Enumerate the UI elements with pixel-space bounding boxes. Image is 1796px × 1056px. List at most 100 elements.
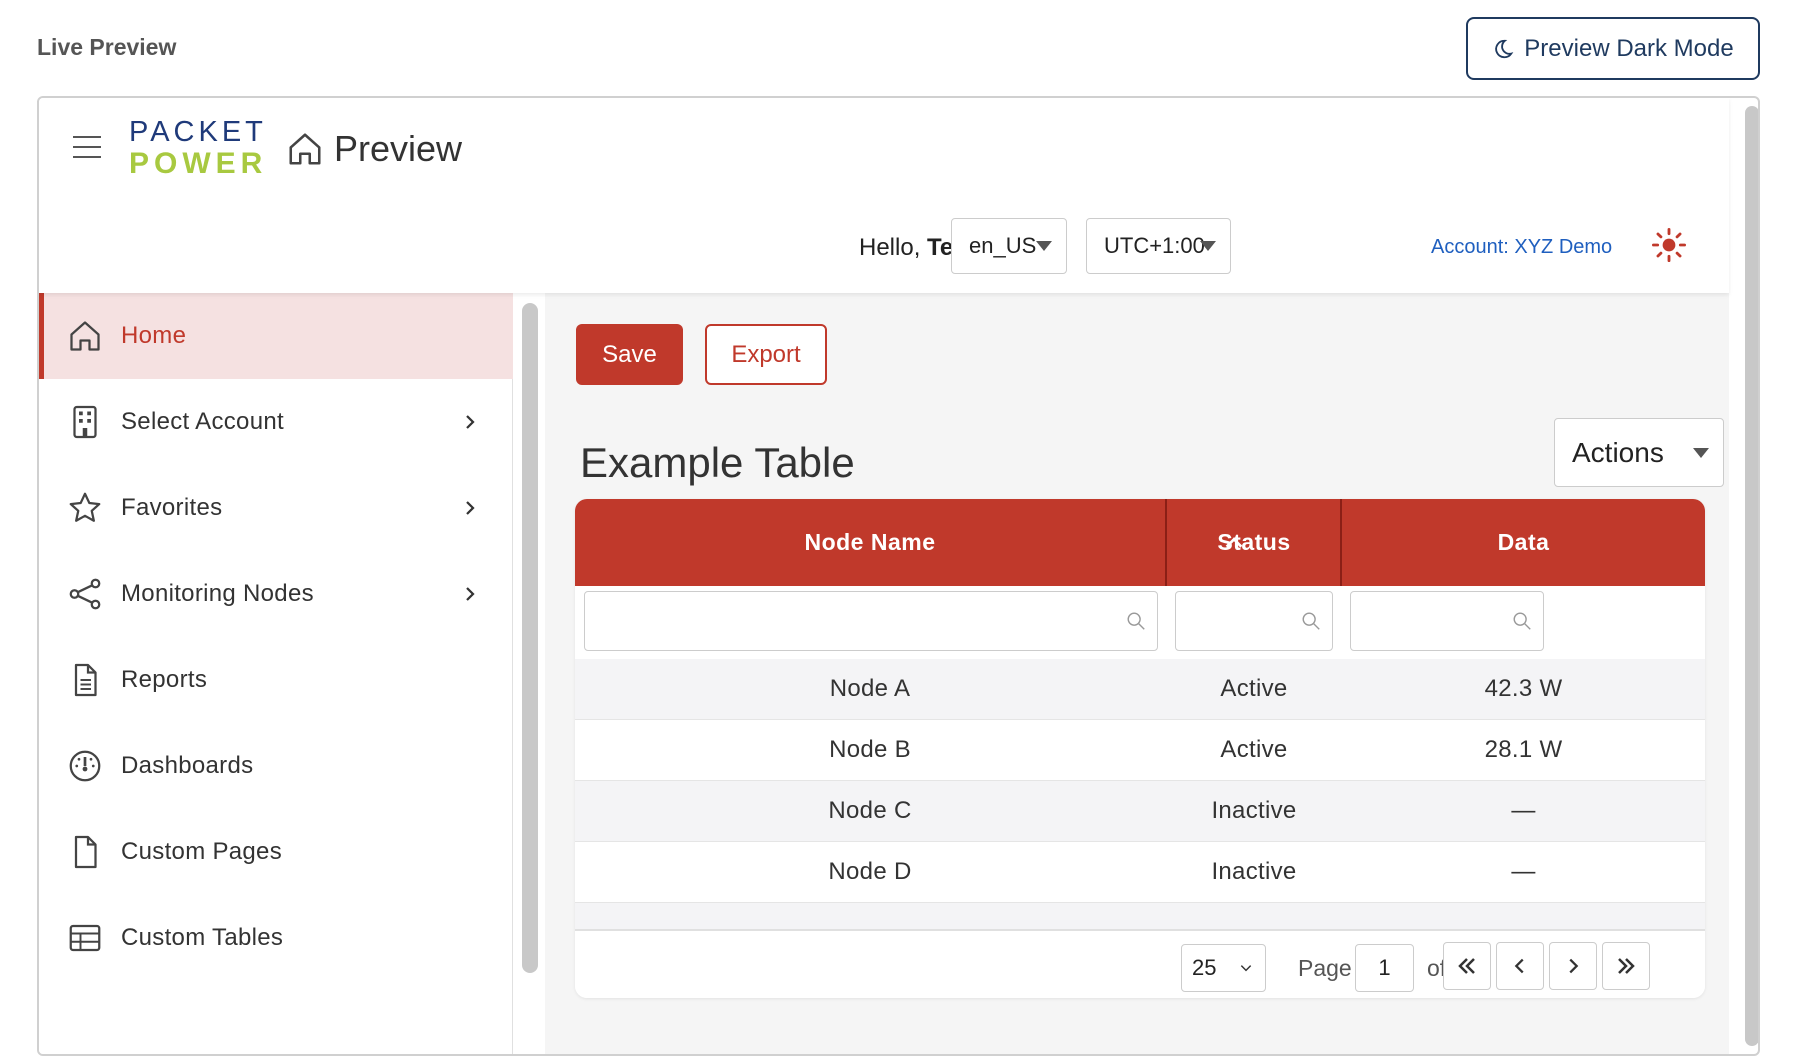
caret-down-icon: [1693, 448, 1709, 458]
pagination-bar: 25 Page of 1: [575, 931, 1705, 998]
home-icon: [70, 321, 100, 351]
save-button[interactable]: Save: [576, 324, 683, 385]
node-name-filter-input[interactable]: [584, 591, 1158, 651]
file-icon: [74, 835, 97, 869]
timezone-value: UTC+1:00: [1104, 233, 1205, 258]
chevron-right-icon: [466, 501, 475, 515]
cell-data: 28.1 W: [1484, 736, 1563, 763]
last-page-button[interactable]: [1602, 942, 1650, 990]
sidebar-item-label: Custom Tables: [121, 924, 284, 951]
app-header: PACKET POWER Preview Hello, Test User! e…: [39, 98, 1729, 293]
next-page-button[interactable]: [1549, 942, 1597, 990]
sidebar-item-monitoring-nodes[interactable]: Monitoring Nodes: [39, 551, 513, 637]
actions-label: Actions: [1572, 436, 1664, 468]
cell-node-name: Node C: [828, 797, 912, 824]
chevron-left-icon: [1514, 958, 1524, 974]
table-row[interactable]: Node A Active 42.3 W: [575, 659, 1705, 720]
sidebar-item-label: Dashboards: [121, 752, 254, 779]
double-chevron-left-icon: [1458, 958, 1475, 974]
star-icon: [69, 492, 101, 522]
column-header-label: Data: [1497, 529, 1550, 555]
account-link[interactable]: Account: XYZ Demo: [1431, 236, 1612, 259]
search-icon: [1302, 612, 1320, 630]
sidebar-item-favorites[interactable]: Favorites: [39, 465, 513, 551]
double-chevron-right-icon: [1618, 958, 1635, 974]
page-size-select[interactable]: 25: [1181, 944, 1266, 992]
column-header-node-name[interactable]: Node Name: [575, 499, 1165, 586]
sidebar-item-reports[interactable]: Reports: [39, 637, 513, 723]
cell-node-name: Node D: [828, 858, 912, 885]
main-content: Save Export Example Table Actions Node N…: [545, 293, 1729, 1054]
locale-value: en_US: [969, 233, 1037, 258]
cell-data: 42.3 W: [1484, 675, 1563, 702]
table-title: Example Table: [580, 439, 855, 486]
chevron-right-icon: [466, 415, 475, 429]
sidebar-scrollbar[interactable]: [522, 303, 538, 973]
home-icon: [289, 133, 321, 165]
table-row[interactable]: Node C Inactive —: [575, 781, 1705, 842]
example-table: Node Name Status Data Node A Active 42.3…: [575, 499, 1705, 998]
table-row[interactable]: Node D Inactive —: [575, 842, 1705, 903]
filter-row: [575, 586, 1705, 659]
gauge-icon: [69, 750, 101, 782]
caret-down-icon: [1036, 241, 1052, 251]
sidebar-item-dashboards[interactable]: Dashboards: [39, 723, 513, 809]
sidebar-item-select-account[interactable]: Select Account: [39, 379, 513, 465]
sidebar-item-home[interactable]: Home: [39, 293, 513, 379]
table-icon: [69, 924, 101, 952]
data-filter-input[interactable]: [1350, 591, 1544, 651]
chevron-right-icon: [466, 587, 475, 601]
table-scroll-area: [575, 903, 1705, 931]
sidebar-item-custom-pages[interactable]: Custom Pages: [39, 809, 513, 895]
cell-node-name: Node A: [829, 675, 911, 702]
page-size-value: 25: [1192, 955, 1217, 980]
page-label: Page: [1298, 955, 1352, 981]
sidebar-item-label: Select Account: [121, 408, 284, 435]
locale-select[interactable]: en_US: [951, 218, 1067, 274]
table-header: Node Name Status Data: [575, 499, 1705, 586]
column-header-label: Status: [1217, 529, 1291, 555]
greeting-prefix: Hello,: [859, 234, 928, 261]
export-button[interactable]: Export: [705, 324, 827, 385]
preview-scrollbar[interactable]: [1745, 106, 1758, 1046]
cell-status: Active: [1220, 675, 1288, 702]
moon-icon: [1495, 39, 1514, 58]
chevron-right-icon: [1569, 958, 1579, 974]
sidebar-item-label: Favorites: [121, 494, 223, 521]
table-row[interactable]: Node B Active 28.1 W: [575, 720, 1705, 781]
actions-dropdown[interactable]: Actions: [1554, 418, 1724, 487]
page-number-input[interactable]: [1355, 944, 1414, 992]
timezone-select[interactable]: UTC+1:00: [1086, 218, 1231, 274]
cell-status: Inactive: [1211, 858, 1297, 885]
column-header-data[interactable]: Data: [1342, 499, 1705, 586]
status-filter-input[interactable]: [1175, 591, 1333, 651]
logo-line-2: POWER: [129, 147, 268, 180]
sun-icon[interactable]: [1652, 228, 1686, 262]
cell-data: —: [1511, 858, 1536, 885]
live-preview-label: Live Preview: [37, 34, 177, 60]
logo-line-1: PACKET: [129, 116, 267, 148]
first-page-button[interactable]: [1443, 942, 1491, 990]
cell-status: Inactive: [1211, 797, 1297, 824]
page-title: Preview: [286, 128, 462, 170]
chevron-down-icon: [1240, 965, 1252, 972]
preview-dark-mode-button[interactable]: Preview Dark Mode: [1466, 17, 1760, 80]
sidebar-item-custom-tables[interactable]: Custom Tables: [39, 895, 513, 981]
caret-down-icon: [1200, 241, 1216, 251]
page-title-text: Preview: [334, 128, 463, 169]
sidebar: Home Select Account Favorites Monitoring…: [39, 293, 513, 1054]
sidebar-item-label: Monitoring Nodes: [121, 580, 314, 607]
cell-status: Active: [1220, 736, 1288, 763]
hamburger-menu-icon[interactable]: [73, 136, 101, 160]
document-icon: [74, 663, 97, 697]
cell-node-name: Node B: [829, 736, 911, 763]
sidebar-item-label: Home: [121, 322, 187, 349]
previous-page-button[interactable]: [1496, 942, 1544, 990]
building-icon: [73, 405, 97, 439]
column-header-label: Node Name: [804, 529, 936, 555]
cell-data: —: [1511, 797, 1536, 824]
sidebar-item-label: Custom Pages: [121, 838, 283, 865]
packet-power-logo[interactable]: PACKET POWER: [129, 118, 267, 179]
dark-mode-label: Preview Dark Mode: [1524, 34, 1734, 62]
column-header-status[interactable]: Status: [1167, 499, 1341, 586]
